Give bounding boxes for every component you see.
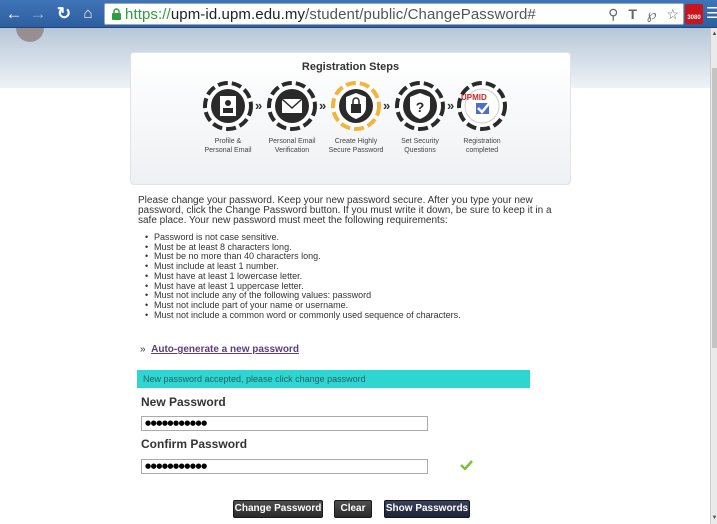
registration-steps-panel: Registration Steps » » » ? » UPMID Profi… (130, 52, 571, 185)
clear-button[interactable]: Clear (334, 500, 372, 518)
scroll-thumb[interactable] (712, 68, 717, 348)
extension-badge-icon[interactable]: 3080 (685, 4, 703, 24)
vertical-scrollbar[interactable]: ▲ ▼ (710, 28, 717, 524)
text-icon[interactable]: T (628, 6, 637, 22)
checkmark-icon (460, 460, 473, 470)
extension-count: 3080 (687, 15, 701, 21)
upmid-text: UPMID (461, 93, 487, 102)
new-password-input[interactable]: ●●●●●●●●●●● (141, 416, 428, 431)
change-password-button[interactable]: Change Password (233, 500, 323, 518)
new-password-label: New Password (141, 395, 226, 409)
scroll-down-arrow-icon[interactable]: ▼ (711, 514, 717, 522)
auto-generate-password-link[interactable]: Auto-generate a new password (151, 344, 299, 355)
padlock-icon (331, 81, 381, 131)
profile-card-icon (203, 81, 253, 131)
address-bar[interactable]: https://upm-id.upm.edu.my/student/public… (104, 3, 684, 25)
forward-arrow-icon[interactable]: → (28, 4, 48, 24)
step-label-line: completed (465, 147, 499, 154)
url-path: /student/public/ChangePassword# (305, 6, 536, 23)
logo-icon (16, 28, 44, 42)
reload-icon[interactable]: ↻ (54, 4, 74, 24)
step-label-completed: Registration completed (442, 137, 522, 155)
autogen-prefix: » (140, 344, 146, 355)
url-scheme: https:// (125, 6, 171, 23)
step-arrow: » (447, 98, 455, 113)
question-shield-icon: ? (395, 81, 445, 131)
requirement-item: Must not include a common word or common… (138, 310, 558, 321)
autogen-row: » Auto-generate a new password (140, 344, 299, 355)
intro-text: Please change your password. Keep your n… (138, 195, 552, 226)
upmid-check-icon (457, 81, 507, 131)
envelope-icon (267, 81, 317, 131)
scroll-up-arrow-icon[interactable]: ▲ (711, 30, 717, 38)
menu-icon[interactable]: ☰ (706, 4, 717, 22)
url-actions: ⚲ T ℘ ☆ (602, 6, 679, 23)
step-label-line: Registration (463, 138, 501, 145)
lock-icon (112, 8, 121, 20)
confirm-password-label: Confirm Password (141, 437, 248, 451)
back-arrow-icon[interactable]: ← (4, 4, 24, 24)
svg-text:?: ? (416, 99, 425, 115)
requirements-list: Password is not case sensitive. Must be … (138, 232, 558, 321)
browser-toolbar: ← → ↻ ⌂ https://upm-id.upm.edu.my/studen… (0, 0, 717, 28)
step-arrow: » (255, 98, 263, 113)
url-host: upm-id.upm.edu.my (170, 6, 306, 23)
step-arrow: » (383, 98, 391, 113)
key-icon[interactable]: ℘ (647, 6, 657, 22)
success-alert: New password accepted, please click chan… (137, 370, 530, 388)
page-content: Registration Steps » » » ? » UPMID Profi… (0, 28, 710, 524)
show-passwords-button[interactable]: Show Passwords (384, 500, 470, 518)
zoom-icon[interactable]: ⚲ (608, 6, 618, 22)
steps-title: Registration Steps (301, 61, 400, 73)
confirm-password-input[interactable]: ●●●●●●●●●●● (141, 459, 428, 474)
url-text: https://upm-id.upm.edu.my/student/public… (125, 6, 536, 23)
home-icon[interactable]: ⌂ (78, 4, 98, 24)
step-arrow: » (319, 98, 327, 113)
bookmark-star-icon[interactable]: ☆ (666, 6, 679, 22)
